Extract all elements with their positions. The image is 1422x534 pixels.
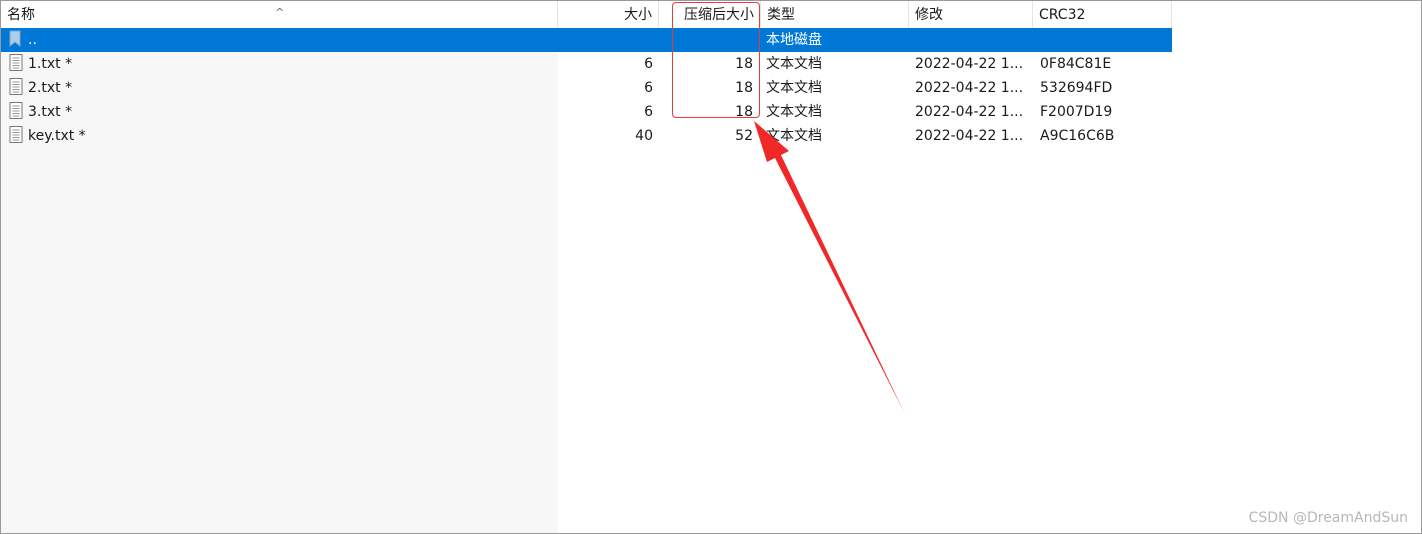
- table-row[interactable]: 2.txt * 6 18 文本文档 2022-04-22 1... 532694…: [1, 76, 1172, 100]
- compressed-size-cell: 18: [735, 104, 753, 120]
- column-header-row: 名称 ^ 大小 压缩后大小 类型 修改 CRC32: [1, 1, 1172, 29]
- file-size-cell: 6: [644, 104, 653, 120]
- crc32-cell: [1040, 28, 1170, 52]
- table-row[interactable]: key.txt * 40 52 文本文档 2022-04-22 1... A9C…: [1, 124, 1172, 148]
- compressed-size-cell: 52: [735, 128, 753, 144]
- crc32-cell: A9C16C6B: [1040, 128, 1115, 144]
- crc32-cell: 532694FD: [1040, 80, 1113, 96]
- file-name-cell: key.txt *: [9, 124, 558, 148]
- crc32-cell: F2007D19: [1040, 104, 1113, 120]
- file-name: 1.txt *: [28, 56, 73, 72]
- text-file-icon: [9, 53, 23, 71]
- watermark: CSDN @DreamAndSun: [1248, 510, 1408, 526]
- table-row-parent[interactable]: .. 本地磁盘: [1, 28, 1172, 52]
- modified-cell: 2022-04-22 1...: [915, 104, 1024, 120]
- column-header-crc32[interactable]: CRC32: [1033, 1, 1172, 28]
- column-header-modified[interactable]: 修改: [909, 1, 1033, 28]
- text-file-icon: [9, 101, 23, 119]
- modified-cell: 2022-04-22 1...: [915, 56, 1024, 72]
- column-header-name-label: 名称: [7, 7, 35, 23]
- file-type-cell: 文本文档: [766, 104, 822, 120]
- file-name: ..: [28, 32, 37, 48]
- folder-up-icon: [9, 30, 23, 47]
- table-row[interactable]: 1.txt * 6 18 文本文档 2022-04-22 1... 0F84C8…: [1, 52, 1172, 76]
- file-name-cell: 3.txt *: [9, 100, 558, 124]
- file-type-cell: 文本文档: [766, 56, 822, 72]
- text-file-icon: [9, 125, 23, 143]
- file-size-cell: 6: [644, 80, 653, 96]
- compressed-size-cell: 18: [735, 56, 753, 72]
- table-row[interactable]: 3.txt * 6 18 文本文档 2022-04-22 1... F2007D…: [1, 100, 1172, 124]
- text-file-icon: [9, 77, 23, 95]
- file-name-cell: 2.txt *: [9, 76, 558, 100]
- crc32-cell: 0F84C81E: [1040, 56, 1112, 72]
- file-type-cell: 文本文档: [766, 80, 822, 96]
- file-size-cell: 6: [644, 56, 653, 72]
- file-size-cell: [558, 28, 659, 52]
- modified-cell: [915, 28, 1033, 52]
- file-list: .. 本地磁盘 1.txt * 6 18 文本文档 2022-04-22 1..…: [1, 28, 1172, 148]
- compressed-size-cell: [659, 28, 761, 52]
- file-type-cell: 本地磁盘: [766, 32, 822, 48]
- column-header-type[interactable]: 类型: [761, 1, 909, 28]
- column-header-compressed-size[interactable]: 压缩后大小: [659, 1, 761, 28]
- file-name: 3.txt *: [28, 104, 73, 120]
- file-name-cell: ..: [9, 28, 558, 52]
- compressed-size-cell: 18: [735, 80, 753, 96]
- column-header-name[interactable]: 名称 ^: [1, 1, 558, 28]
- file-name-cell: 1.txt *: [9, 52, 558, 76]
- file-name: 2.txt *: [28, 80, 73, 96]
- modified-cell: 2022-04-22 1...: [915, 80, 1024, 96]
- sort-ascending-icon: ^: [275, 6, 285, 19]
- file-type-cell: 文本文档: [766, 128, 822, 144]
- file-name: key.txt *: [28, 128, 86, 144]
- column-header-size[interactable]: 大小: [558, 1, 659, 28]
- modified-cell: 2022-04-22 1...: [915, 128, 1024, 144]
- file-size-cell: 40: [635, 128, 653, 144]
